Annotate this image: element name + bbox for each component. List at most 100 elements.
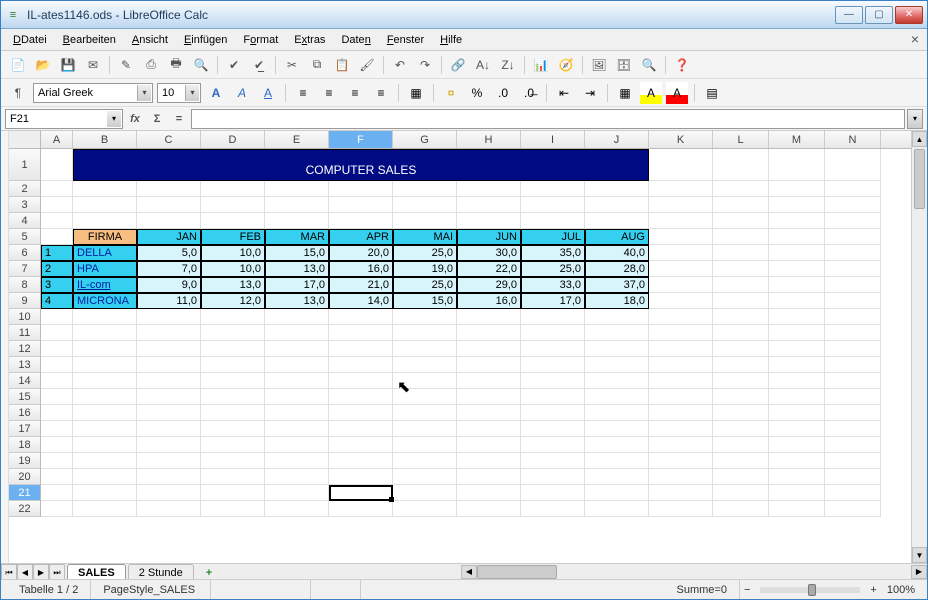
sheet[interactable]: A B C D E F G H I J K L M N 1 COMPUTER S… [9,131,911,563]
hscroll-thumb[interactable] [477,565,557,579]
bold-icon[interactable]: A [205,82,227,104]
navigator-icon[interactable]: 🧭 [555,54,577,76]
rowhead-22[interactable]: 22 [9,501,41,517]
sort-desc-icon[interactable]: Z↓ [497,54,519,76]
close-button[interactable]: ✕ [895,6,923,24]
active-cell[interactable] [329,485,393,501]
merge-icon[interactable]: ▦ [405,82,427,104]
align-left-icon[interactable]: ≡ [292,82,314,104]
indent-inc-icon[interactable]: ⇥ [579,82,601,104]
menu-hilfe[interactable]: Hilfe [432,32,470,48]
col-L[interactable]: L [713,131,769,148]
undo-icon[interactable]: ↶ [389,54,411,76]
decimal-del-icon[interactable]: .0̶ [518,82,540,104]
col-I[interactable]: I [521,131,585,148]
menu-daten[interactable]: Daten [333,32,378,48]
formula-input[interactable] [191,109,905,129]
percent-icon[interactable]: % [466,82,488,104]
rowhead-12[interactable]: 12 [9,341,41,357]
print-icon[interactable]: 🖶 [165,54,187,76]
bgcolor-icon[interactable]: A [640,82,662,104]
vscroll-thumb[interactable] [914,149,925,209]
indent-dec-icon[interactable]: ⇤ [553,82,575,104]
firma-header[interactable]: FIRMA [73,229,137,245]
col-K[interactable]: K [649,131,713,148]
currency-icon[interactable]: ¤ [440,82,462,104]
edit-icon[interactable]: ✎ [115,54,137,76]
rowhead-5[interactable]: 5 [9,229,41,245]
save-icon[interactable]: 💾 [57,54,79,76]
chevron-down-icon[interactable]: ▾ [137,85,151,101]
fill-handle[interactable] [389,497,394,502]
rowhead-8[interactable]: 8 [9,277,41,293]
align-justify-icon[interactable]: ≡ [370,82,392,104]
scroll-left-icon[interactable]: ◀ [461,565,477,579]
copy-icon[interactable]: ⧉ [306,54,328,76]
zoom-icon[interactable]: 🔍 [638,54,660,76]
styles-icon[interactable]: ¶ [7,82,29,104]
menu-datei[interactable]: DDateiDatei [5,32,55,48]
rowhead-17[interactable]: 17 [9,421,41,437]
col-G[interactable]: G [393,131,457,148]
doc-close-icon[interactable]: × [911,31,919,47]
zoom-slider[interactable] [760,587,860,593]
rowhead-9[interactable]: 9 [9,293,41,309]
sort-asc-icon[interactable]: A↓ [472,54,494,76]
scroll-down-icon[interactable]: ▼ [912,547,927,563]
rowhead-19[interactable]: 19 [9,453,41,469]
align-right-icon[interactable]: ≡ [344,82,366,104]
email-icon[interactable]: ✉ [82,54,104,76]
italic-icon[interactable]: A [231,82,253,104]
pdf-icon[interactable]: ⎙ [140,54,162,76]
redo-icon[interactable]: ↷ [414,54,436,76]
menu-format[interactable]: Format [235,32,286,48]
zoom-in-icon[interactable]: + [866,584,880,596]
rowhead-2[interactable]: 2 [9,181,41,197]
col-B[interactable]: B [73,131,137,148]
datasource-icon[interactable]: 🗄 [613,54,635,76]
vertical-scrollbar[interactable]: ▲ ▼ [911,131,927,563]
select-all-corner[interactable] [9,131,41,148]
menu-ansicht[interactable]: Ansicht [124,32,176,48]
rowhead-20[interactable]: 20 [9,469,41,485]
spellcheck-icon[interactable]: ✔ [223,54,245,76]
brush-icon[interactable]: 🖌 [356,54,378,76]
preview-icon[interactable]: 🔍 [190,54,212,76]
name-box[interactable]: F21▾ [5,109,123,129]
rowhead-21[interactable]: 21 [9,485,41,501]
autospell-icon[interactable]: ✔̲ [248,54,270,76]
rowhead-7[interactable]: 7 [9,261,41,277]
rowhead-4[interactable]: 4 [9,213,41,229]
rowhead-13[interactable]: 13 [9,357,41,373]
font-size-combo[interactable]: 10▾ [157,83,201,103]
col-J[interactable]: J [585,131,649,148]
rowhead-11[interactable]: 11 [9,325,41,341]
chevron-down-icon[interactable]: ▾ [107,111,121,127]
fontcolor-icon[interactable]: A [666,82,688,104]
scroll-up-icon[interactable]: ▲ [912,131,927,147]
rowhead-6[interactable]: 6 [9,245,41,261]
rowhead-14[interactable]: 14 [9,373,41,389]
title-cell[interactable]: COMPUTER SALES [73,149,649,181]
menu-einfuegen[interactable]: Einfügen [176,32,235,48]
equals-icon[interactable]: = [169,113,189,125]
rowhead-10[interactable]: 10 [9,309,41,325]
cut-icon[interactable]: ✂ [281,54,303,76]
col-N[interactable]: N [825,131,881,148]
font-name-combo[interactable]: Arial Greek▾ [33,83,153,103]
maximize-button[interactable]: ▢ [865,6,893,24]
menu-fenster[interactable]: Fenster [379,32,432,48]
sum-icon[interactable]: Σ [147,113,167,125]
scroll-right-icon[interactable]: ▶ [911,565,927,579]
chart-icon[interactable]: 📊 [530,54,552,76]
rowhead-3[interactable]: 3 [9,197,41,213]
formula-expand-icon[interactable]: ▾ [907,109,923,129]
col-A[interactable]: A [41,131,73,148]
underline-icon[interactable]: A [257,82,279,104]
col-D[interactable]: D [201,131,265,148]
more-icon[interactable]: ▤ [701,82,723,104]
menu-extras[interactable]: Extras [286,32,333,48]
rowhead-16[interactable]: 16 [9,405,41,421]
minimize-button[interactable]: — [835,6,863,24]
col-M[interactable]: M [769,131,825,148]
